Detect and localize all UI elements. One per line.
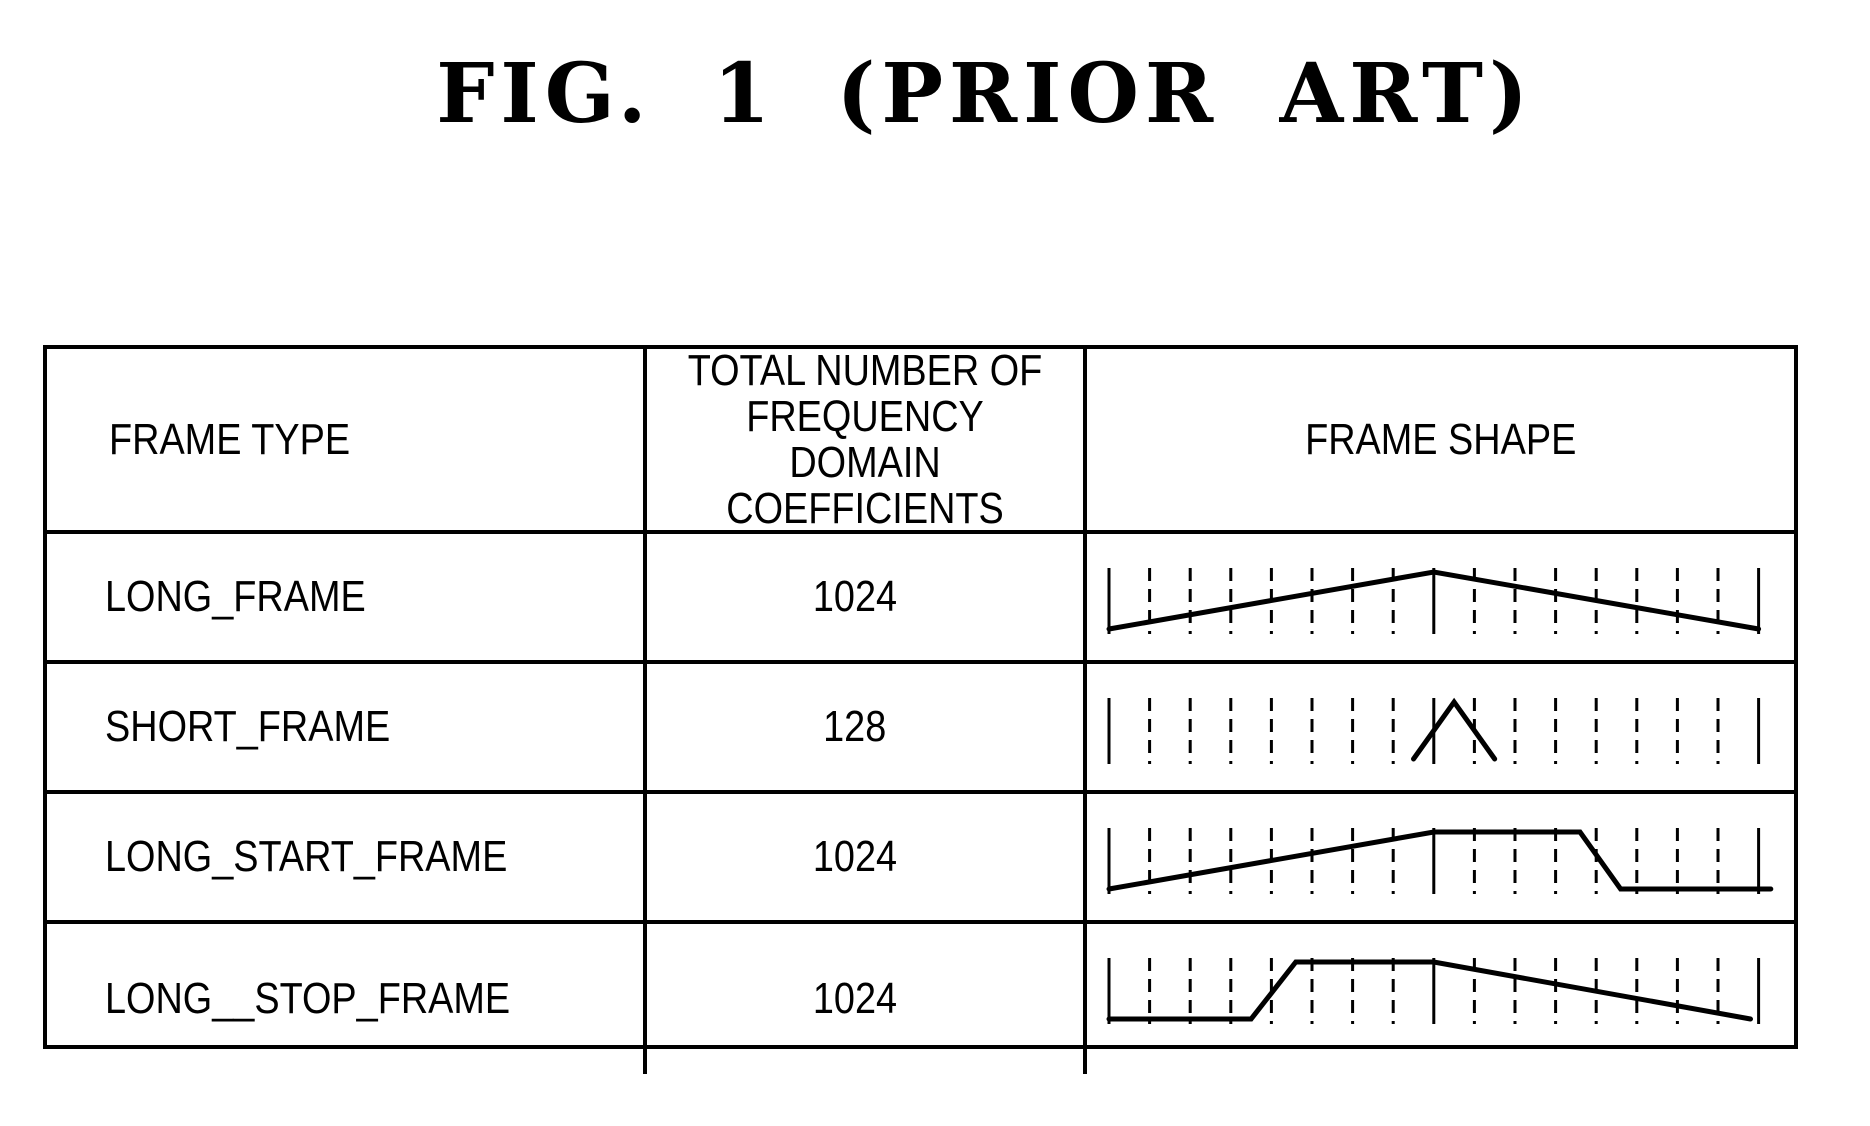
header-frame-shape: FRAME SHAPE	[1087, 349, 1794, 534]
long-stop-window-curve	[1106, 959, 1753, 1022]
header-frame-type-label: FRAME TYPE	[109, 414, 351, 464]
row-1-coefficients: 1024	[647, 534, 1087, 664]
long-start-window-diagram	[1106, 828, 1774, 894]
frame-type-label: LONG_START_FRAME	[105, 832, 508, 881]
row-3-frame-type: LONG_START_FRAME	[47, 794, 647, 924]
row-4-frame-type: LONG__STOP_FRAME	[47, 924, 647, 1074]
header-frame-type: FRAME TYPE	[47, 349, 647, 534]
short-window-diagram	[1107, 697, 1761, 764]
long-start-window-curve	[1106, 829, 1774, 892]
figure-title: FIG. 1 (PRIOR ART)	[436, 46, 1534, 142]
frame-type-label: SHORT_FRAME	[105, 702, 391, 751]
frame-type-table: FRAME TYPE TOTAL NUMBER OF FREQUENCY DOM…	[43, 345, 1798, 1074]
frame-type-label: LONG__STOP_FRAME	[105, 974, 511, 1023]
row-2-frame-type: SHORT_FRAME	[47, 664, 647, 794]
row-1-frame-type: LONG_FRAME	[47, 534, 647, 664]
row-3-coefficients: 1024	[647, 794, 1087, 924]
row-4-frame-shape	[1087, 924, 1794, 1074]
header-coefficients: TOTAL NUMBER OF FREQUENCY DOMAIN COEFFIC…	[647, 345, 1087, 534]
header-frame-shape-label: FRAME SHAPE	[1304, 414, 1577, 464]
coefficient-count: 1024	[812, 572, 898, 621]
frame-type-label: LONG_FRAME	[105, 572, 366, 621]
coefficient-count: 1024	[812, 974, 898, 1023]
row-4-coefficients: 1024	[647, 924, 1087, 1074]
row-3-frame-shape	[1087, 794, 1794, 924]
header-coefficients-label: TOTAL NUMBER OF FREQUENCY DOMAIN COEFFIC…	[687, 345, 1043, 533]
long-stop-window-diagram	[1106, 958, 1761, 1024]
row-2-frame-shape	[1087, 664, 1794, 794]
coefficient-count: 1024	[812, 832, 898, 881]
short-window-curve	[1411, 697, 1498, 762]
row-2-coefficients: 128	[647, 664, 1087, 794]
row-1-frame-shape	[1087, 534, 1794, 664]
long-window-diagram	[1106, 568, 1762, 634]
coefficient-count: 128	[823, 702, 887, 751]
